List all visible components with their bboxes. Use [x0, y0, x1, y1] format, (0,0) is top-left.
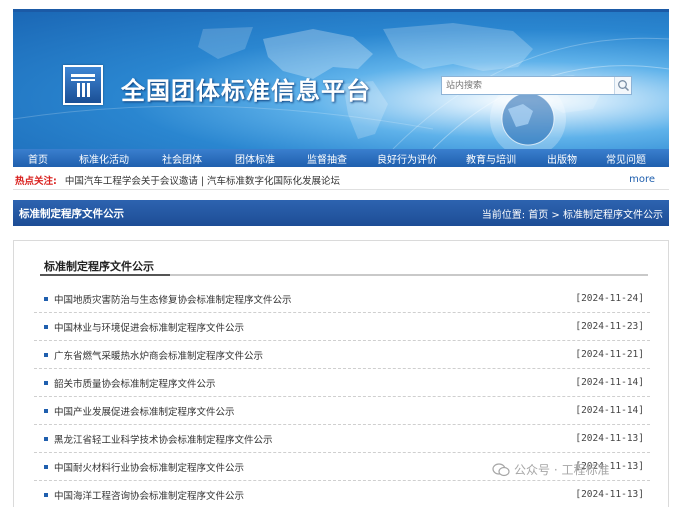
- bullet-icon: [44, 352, 48, 357]
- search-input[interactable]: [442, 77, 614, 94]
- breadcrumb[interactable]: 当前位置: 首页 > 标准制定程序文件公示: [482, 206, 663, 221]
- list-item-title[interactable]: 中国林业与环境促进会标准制定程序文件公示: [54, 320, 244, 334]
- list-item-date: [2024-11-21]: [575, 349, 644, 360]
- wechat-icon: [492, 462, 510, 476]
- watermark-text: 公众号 · 工程标准: [514, 463, 610, 477]
- list-item-title[interactable]: 中国海洋工程咨询协会标准制定程序文件公示: [54, 488, 244, 502]
- list-item-date: [2024-11-14]: [575, 405, 644, 416]
- site-search: [441, 76, 632, 95]
- list-item-date: [2024-11-14]: [575, 377, 644, 388]
- nav-item-faq[interactable]: 常见问题: [593, 151, 659, 166]
- list-item-date: [2024-11-13]: [575, 433, 644, 444]
- bullet-icon: [44, 492, 48, 497]
- list-item[interactable]: 韶关市质量协会标准制定程序文件公示 [2024-11-14]: [34, 369, 650, 397]
- search-button[interactable]: [614, 77, 631, 94]
- list-item[interactable]: 黑龙江省轻工业科学技术协会标准制定程序文件公示 [2024-11-13]: [34, 425, 650, 453]
- search-icon: [618, 80, 630, 92]
- list-item-date: [2024-11-23]: [575, 321, 644, 332]
- bullet-icon: [44, 324, 48, 329]
- bullet-icon: [44, 296, 48, 301]
- bullet-icon: [44, 436, 48, 441]
- location-bar: 标准制定程序文件公示 当前位置: 首页 > 标准制定程序文件公示: [13, 200, 669, 226]
- nav-item-group-standards[interactable]: 团体标准: [219, 151, 291, 166]
- nav-item-social-groups[interactable]: 社会团体: [145, 151, 219, 166]
- list-item-title[interactable]: 中国耐火材料行业协会标准制定程序文件公示: [54, 460, 244, 474]
- nav-item-training[interactable]: 教育与培训: [451, 151, 531, 166]
- site-logo[interactable]: [63, 65, 103, 105]
- nav-item-supervision[interactable]: 监督抽查: [291, 151, 363, 166]
- list-item-title[interactable]: 黑龙江省轻工业科学技术协会标准制定程序文件公示: [54, 432, 273, 446]
- section-title: 标准制定程序文件公示: [44, 260, 154, 273]
- nav-item-good-behavior[interactable]: 良好行为评价: [363, 151, 451, 166]
- list-item[interactable]: 广东省燃气采暖热水炉商会标准制定程序文件公示 [2024-11-21]: [34, 341, 650, 369]
- main-nav: 首页 标准化活动 社会团体 团体标准 监督抽查 良好行为评价 教育与培训 出版物…: [13, 149, 669, 167]
- list-item[interactable]: 中国产业发展促进会标准制定程序文件公示 [2024-11-14]: [34, 397, 650, 425]
- list-item[interactable]: 中国林业与环境促进会标准制定程序文件公示 [2024-11-23]: [34, 313, 650, 341]
- hot-topics-bar: 热点关注: 中国汽车工程学会关于会议邀请 | 汽车标准数字化国际化发展论坛 mo…: [13, 170, 669, 190]
- hot-topics-link[interactable]: 中国汽车工程学会关于会议邀请 | 汽车标准数字化国际化发展论坛: [65, 173, 340, 187]
- nav-item-home[interactable]: 首页: [13, 151, 63, 166]
- wechat-watermark: 公众号 · 工程标准: [492, 461, 609, 478]
- site-title: 全国团体标准信息平台: [121, 77, 371, 105]
- bullet-icon: [44, 464, 48, 469]
- list-item-title[interactable]: 中国产业发展促进会标准制定程序文件公示: [54, 404, 235, 418]
- page-title: 标准制定程序文件公示: [19, 207, 124, 220]
- nav-item-standardization[interactable]: 标准化活动: [63, 151, 145, 166]
- list-item-title[interactable]: 韶关市质量协会标准制定程序文件公示: [54, 376, 216, 390]
- bullet-icon: [44, 408, 48, 413]
- header-banner: 全国团体标准信息平台: [13, 9, 669, 149]
- nav-item-publications[interactable]: 出版物: [531, 151, 593, 166]
- list-item[interactable]: 中国地质灾害防治与生态修复协会标准制定程序文件公示 [2024-11-24]: [34, 285, 650, 313]
- hot-topics-label: 热点关注:: [15, 175, 57, 187]
- section-divider: [40, 274, 648, 276]
- list-item-title[interactable]: 中国地质灾害防治与生态修复协会标准制定程序文件公示: [54, 292, 292, 306]
- bullet-icon: [44, 380, 48, 385]
- list-item-title[interactable]: 广东省燃气采暖热水炉商会标准制定程序文件公示: [54, 348, 263, 362]
- list-item[interactable]: 中国海洋工程咨询协会标准制定程序文件公示 [2024-11-13]: [34, 481, 650, 507]
- more-link[interactable]: more: [629, 174, 655, 185]
- list-item-date: [2024-11-13]: [575, 489, 644, 500]
- logo-t-icon: [71, 74, 95, 97]
- list-item-date: [2024-11-24]: [575, 293, 644, 304]
